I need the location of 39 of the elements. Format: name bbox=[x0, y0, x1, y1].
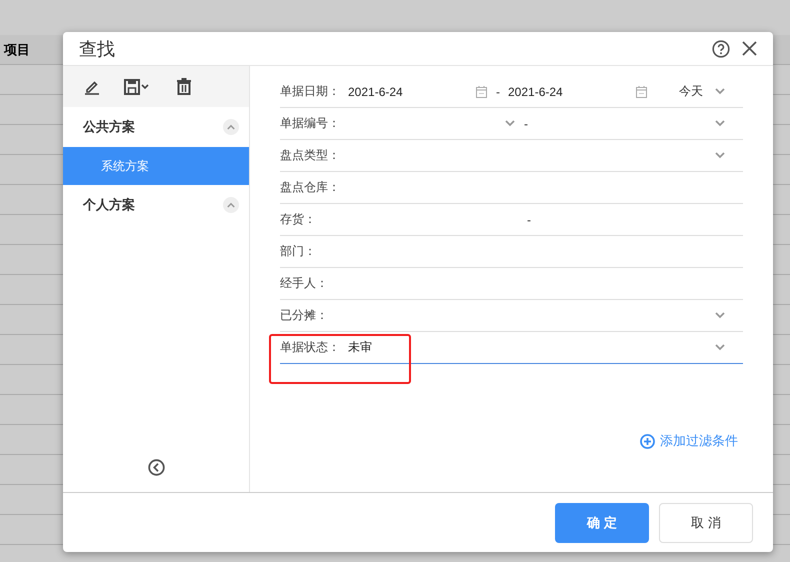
chevron-down-icon[interactable] bbox=[715, 312, 725, 319]
chevron-down-icon[interactable] bbox=[715, 152, 725, 159]
chevron-down-icon[interactable] bbox=[715, 88, 725, 95]
plus-circle-icon bbox=[640, 434, 655, 448]
field-value: 未审 bbox=[348, 339, 372, 356]
field-label: 存货： bbox=[280, 211, 317, 228]
preset-dropdown[interactable]: 今天 bbox=[679, 83, 725, 100]
trash-icon[interactable] bbox=[176, 78, 192, 95]
group-heading: 个人方案 bbox=[83, 196, 135, 214]
caret-up-icon[interactable] bbox=[227, 124, 235, 130]
range-separator: - bbox=[524, 116, 529, 130]
field-label: 盘点仓库： bbox=[280, 179, 341, 196]
field-label: 部门： bbox=[280, 243, 317, 260]
close-icon[interactable] bbox=[742, 41, 757, 56]
field-label: 经手人： bbox=[280, 275, 329, 292]
date-field[interactable]: 2021-6-24 bbox=[348, 84, 496, 98]
field-label: 单据编号： bbox=[280, 115, 341, 132]
help-icon[interactable] bbox=[712, 40, 730, 58]
field-label: 已分摊： bbox=[280, 307, 329, 324]
calendar-icon[interactable] bbox=[636, 86, 647, 98]
date-field[interactable]: 2021-6-24 bbox=[508, 84, 656, 98]
edit-icon[interactable] bbox=[84, 78, 100, 94]
chevron-down-icon[interactable] bbox=[715, 120, 725, 127]
column-header: 项目 bbox=[2, 41, 31, 59]
chevron-down-icon[interactable] bbox=[505, 120, 515, 127]
collapse-button[interactable] bbox=[223, 197, 239, 213]
calendar-icon[interactable] bbox=[476, 86, 487, 98]
dialog-title: 查找 bbox=[79, 38, 116, 60]
collapse-left-icon[interactable] bbox=[148, 459, 164, 476]
collapse-button[interactable] bbox=[223, 119, 239, 135]
field-label: 单据日期： bbox=[280, 83, 341, 100]
group-heading: 公共方案 bbox=[83, 118, 135, 136]
field-label: 单据状态： bbox=[280, 339, 341, 356]
field-label: 盘点类型： bbox=[280, 147, 341, 164]
range-separator: - bbox=[527, 212, 532, 226]
caret-up-icon[interactable] bbox=[227, 202, 235, 208]
range-separator: - bbox=[496, 84, 501, 98]
cancel-button[interactable]: 取 消 bbox=[659, 502, 753, 542]
chevron-down-icon[interactable] bbox=[715, 344, 725, 351]
